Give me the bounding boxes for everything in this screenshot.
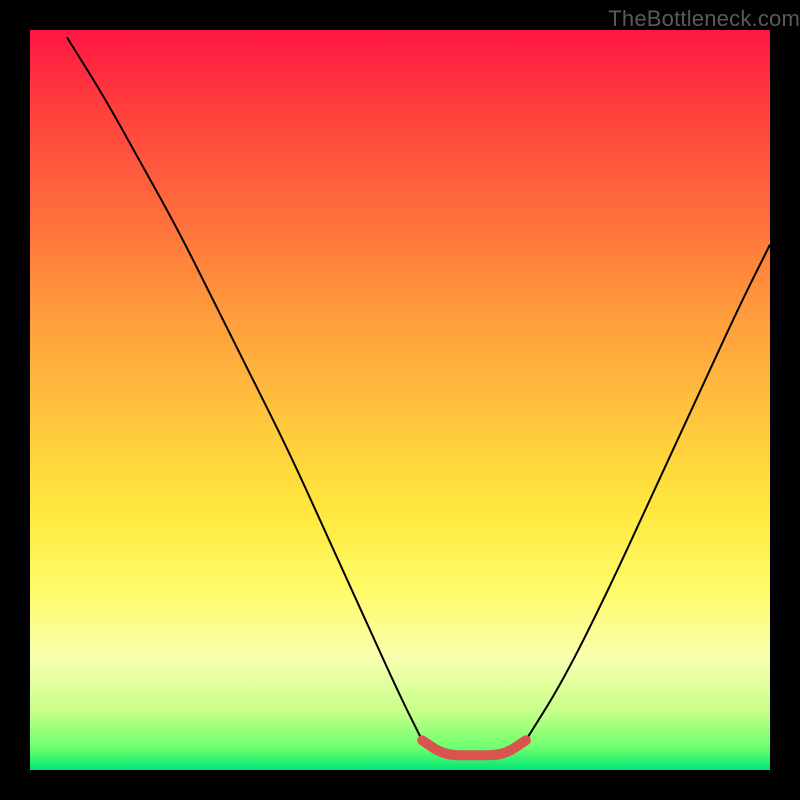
chart-container: TheBottleneck.com bbox=[0, 0, 800, 800]
chart-svg bbox=[30, 30, 770, 770]
trough-marker bbox=[422, 740, 526, 755]
line-right-ascent bbox=[422, 245, 770, 756]
plot-area bbox=[30, 30, 770, 770]
line-left-descent bbox=[67, 37, 526, 755]
watermark-label: TheBottleneck.com bbox=[608, 6, 800, 32]
